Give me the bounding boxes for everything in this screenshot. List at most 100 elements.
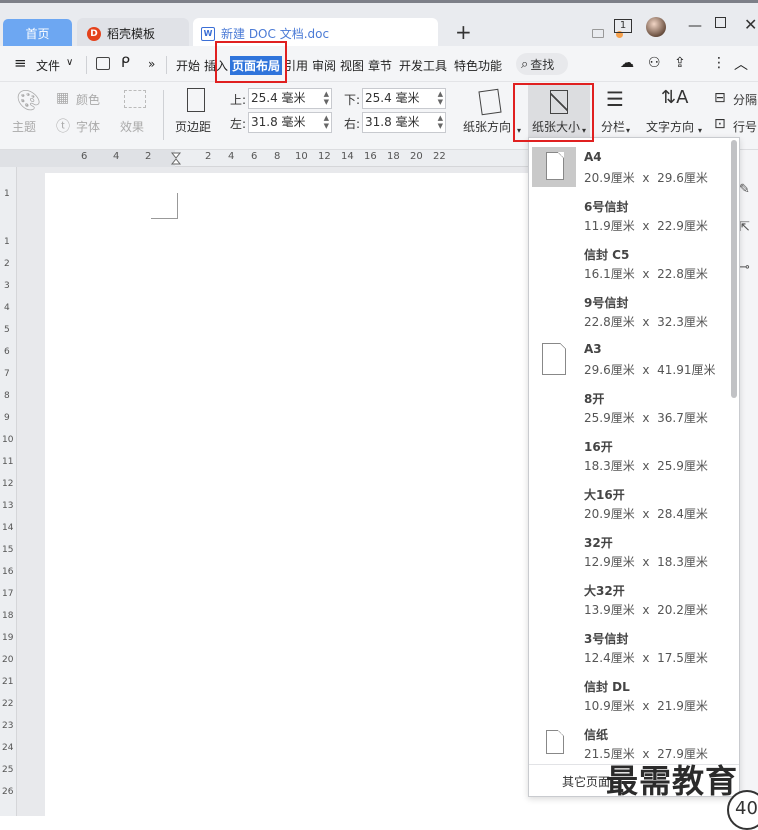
orientation-button[interactable]: 纸张方向: [463, 118, 511, 135]
paper-size-option[interactable]: 大16开 20.9厘米 x 28.4厘米: [529, 478, 739, 526]
tab-daoke-templates[interactable]: D 稻壳模板: [77, 18, 189, 49]
paper-size-option-a4[interactable]: A4 20.9厘米 x 29.6厘米: [529, 142, 739, 190]
maximize-icon[interactable]: [715, 17, 726, 28]
margin-corner-mark: [151, 193, 178, 219]
spinner-icon[interactable]: ▲ ▼: [438, 114, 443, 130]
theme-button[interactable]: 主题: [12, 118, 36, 135]
window-count-badge[interactable]: 1: [614, 19, 632, 33]
ruler-tick: 9: [4, 413, 10, 423]
collapse-ribbon-icon[interactable]: ︿: [734, 54, 748, 74]
bottom-margin-value: 25.4 毫米: [365, 91, 420, 105]
tab-special-features[interactable]: 特色功能: [454, 57, 502, 74]
font-button[interactable]: 字体: [76, 118, 100, 135]
paper-size-option[interactable]: 信封 DL 10.9厘米 x 21.9厘米: [529, 670, 739, 718]
paper-size-dimensions: 11.9厘米 x 22.9厘米: [584, 219, 708, 233]
paper-size-option[interactable]: 8开 25.9厘米 x 36.7厘米: [529, 382, 739, 430]
vertical-ruler[interactable]: 1 1 2 3 4 5 6 7 8 9 10 11 12 13 14 15 16…: [0, 167, 17, 816]
close-icon[interactable]: ✕: [744, 15, 757, 34]
paper-size-option[interactable]: 信封 C5 16.1厘米 x 22.8厘米: [529, 238, 739, 286]
slider-icon[interactable]: ⊸: [739, 260, 750, 275]
ruler-tick: 12: [318, 151, 331, 162]
horizontal-ruler[interactable]: 6 4 2 2 4 6 8 10 12 14 16 18 20 22: [0, 150, 530, 167]
ruler-tick: 2: [4, 259, 10, 269]
ruler-tick: 16: [364, 151, 377, 162]
tab-home[interactable]: 首页: [3, 19, 72, 47]
highlight-box-page-layout: [215, 41, 287, 83]
more-chevron-icon[interactable]: »: [148, 57, 155, 71]
pen-icon[interactable]: ✎: [739, 182, 750, 197]
paper-size-dimensions: 16.1厘米 x 22.8厘米: [584, 267, 708, 281]
tab-start[interactable]: 开始: [176, 57, 200, 74]
line-number-button[interactable]: 行号: [733, 118, 757, 135]
ruler-tick: 16: [2, 567, 14, 577]
paper-size-option[interactable]: 16开 18.3厘米 x 25.9厘米: [529, 430, 739, 478]
avatar[interactable]: [646, 17, 666, 37]
tab-section[interactable]: 章节: [368, 57, 392, 74]
top-margin-label: 上:: [230, 93, 247, 107]
bottom-margin-field[interactable]: 25.4 毫米 ▲ ▼: [362, 88, 446, 109]
share-export-icon[interactable]: ⇪: [674, 55, 686, 71]
spinner-icon[interactable]: ▲ ▼: [438, 90, 443, 106]
tab-references[interactable]: 引用: [284, 57, 308, 74]
search-button[interactable]: ⌕ 查找: [516, 53, 568, 75]
line-number-icon: ⊡: [714, 116, 726, 132]
tab-developer[interactable]: 开发工具: [399, 57, 447, 74]
dropdown-scrollbar[interactable]: [731, 140, 737, 398]
text-direction-icon: ⇅A: [661, 87, 689, 108]
top-margin-field[interactable]: 25.4 毫米 ▲ ▼: [248, 88, 332, 109]
other-page-sizes-link[interactable]: 其它页面: [562, 773, 610, 790]
share-user-icon[interactable]: ⚇: [648, 55, 661, 71]
cursor-icon[interactable]: ⇱: [739, 220, 750, 235]
break-button[interactable]: 分隔: [733, 91, 757, 108]
tab-review[interactable]: 审阅: [312, 57, 336, 74]
ruler-tick: 15: [2, 545, 14, 555]
paper-size-option[interactable]: 3号信封 12.4厘米 x 17.5厘米: [529, 622, 739, 670]
paper-icon-box: [532, 723, 576, 763]
paper-size-dimensions: 29.6厘米 x 41.91厘米: [584, 363, 716, 377]
monitor-icon[interactable]: [592, 29, 604, 38]
ruler-tick: 7: [4, 369, 10, 379]
columns-button[interactable]: 分栏: [601, 118, 625, 135]
right-margin-field[interactable]: 31.8 毫米 ▲ ▼: [362, 112, 446, 133]
tab-daoke-label: 稻壳模板: [107, 27, 156, 41]
tab-view[interactable]: 视图: [340, 57, 364, 74]
minimize-icon[interactable]: —: [688, 18, 702, 34]
ruler-tick: 12: [2, 479, 14, 489]
paper-size-name: 8开: [584, 392, 605, 406]
paper-size-dimensions: 25.9厘米 x 36.7厘米: [584, 411, 708, 425]
margins-button[interactable]: 页边距: [175, 118, 211, 135]
paper-size-option[interactable]: 32开 12.9厘米 x 18.3厘米: [529, 526, 739, 574]
bottom-margin-label: 下:: [344, 93, 361, 107]
document-page[interactable]: [45, 173, 530, 816]
text-direction-button[interactable]: 文字方向: [646, 118, 694, 135]
color-button[interactable]: 颜色: [76, 91, 100, 108]
ruler-tick: 6: [81, 151, 88, 162]
effect-button[interactable]: 效果: [120, 118, 144, 135]
ruler-tick: 20: [2, 655, 14, 665]
font-circle-icon: ⓣ: [56, 119, 70, 135]
file-menu[interactable]: 文件: [36, 57, 60, 74]
paper-icon-box: [532, 339, 576, 379]
paper-size-option[interactable]: 大32开 13.9厘米 x 20.2厘米: [529, 574, 739, 622]
chevron-down-icon[interactable]: ∨: [66, 57, 73, 68]
chevron-down-icon: ▾: [626, 126, 631, 135]
hamburger-menu-icon[interactable]: ≡: [14, 54, 27, 72]
ruler-tick: 14: [341, 151, 354, 162]
spinner-icon[interactable]: ▲ ▼: [324, 114, 329, 130]
new-tab-plus-icon[interactable]: +: [455, 20, 472, 44]
spinner-icon[interactable]: ▲ ▼: [324, 90, 329, 106]
paper-size-option[interactable]: 9号信封 22.8厘米 x 32.3厘米: [529, 286, 739, 334]
format-painter-icon[interactable]: ᑭ: [121, 55, 130, 71]
more-options-icon[interactable]: ⋮: [712, 55, 726, 71]
paper-size-dimensions: 10.9厘米 x 21.9厘米: [584, 699, 708, 713]
ruler-tick: 22: [433, 151, 446, 162]
left-margin-field[interactable]: 31.8 毫米 ▲ ▼: [248, 112, 332, 133]
ruler-tick: 11: [2, 457, 14, 467]
save-icon[interactable]: [96, 57, 110, 70]
paper-size-option-a3[interactable]: A3 29.6厘米 x 41.91厘米: [529, 334, 739, 382]
break-icon: ⊟: [714, 90, 726, 106]
ruler-tick: 1: [4, 189, 10, 199]
watermark-text: 最需教育: [606, 762, 739, 800]
paper-size-option[interactable]: 6号信封 11.9厘米 x 22.9厘米: [529, 190, 739, 238]
cloud-sync-icon[interactable]: ☁: [620, 55, 634, 71]
